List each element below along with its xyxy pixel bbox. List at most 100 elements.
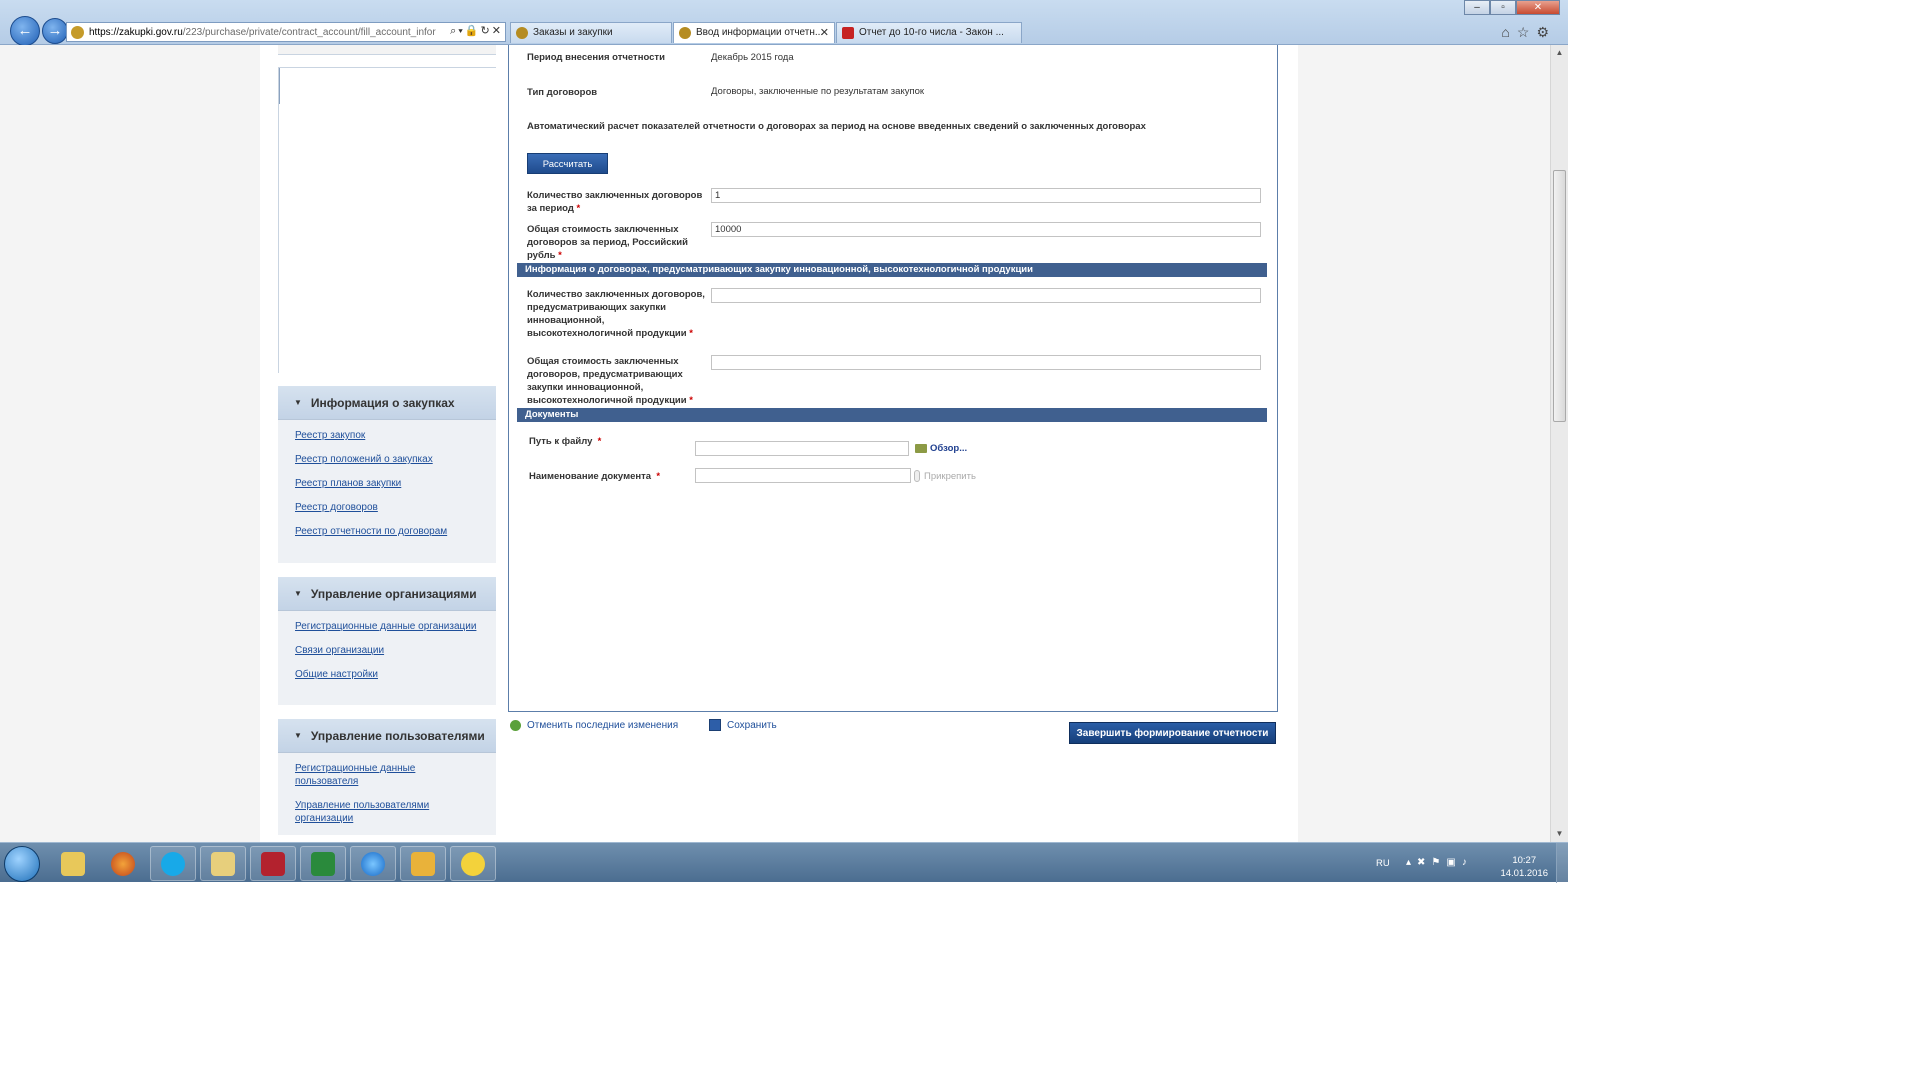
tray-expand-icon[interactable]: ▴ (1406, 857, 1417, 868)
chevron-down-icon: ▼ (294, 731, 302, 740)
label-line: Количество заключенных договоров (527, 190, 703, 201)
sidebar-link-purchase-registry[interactable]: Реестр закупок (295, 429, 479, 442)
sidebar-link-contracts-registry[interactable]: Реестр договоров (295, 501, 479, 514)
tray-flag-icon[interactable]: ⚑ (1431, 857, 1446, 868)
settings-gear-icon[interactable]: ⚙ (1536, 24, 1556, 40)
contract-total-label: Общая стоимость заключенных договоров за… (527, 223, 707, 262)
label-line: высокотехнологичной продукции (527, 328, 687, 339)
maximize-button[interactable]: ▫ (1490, 0, 1516, 15)
folders-icon (61, 851, 85, 876)
innov-count-input[interactable] (711, 288, 1261, 303)
tab-close-icon[interactable]: ✕ (820, 23, 829, 43)
page-viewport: ▼ Информация о закупках Реестр закупок Ре… (0, 45, 1550, 842)
tray-clock[interactable]: 10:27 14.01.2016 (1500, 854, 1548, 880)
volume-icon[interactable]: ♪ (1462, 857, 1473, 868)
emblem-icon (679, 27, 691, 39)
taskbar-firefox[interactable] (100, 846, 146, 881)
finish-report-button[interactable]: Завершить формирование отчетности (1069, 722, 1276, 744)
sidebar-link-org-links[interactable]: Связи организации (295, 644, 479, 657)
calculate-button[interactable]: Рассчитать (527, 153, 608, 174)
close-window-button[interactable]: ✕ (1516, 0, 1560, 15)
excel-icon (311, 851, 335, 876)
network-icon[interactable]: ▣ (1446, 857, 1461, 868)
section-header[interactable]: ▼ Управление пользователями (278, 719, 496, 753)
sidebar-link-reporting-registry[interactable]: Реестр отчетности по договорам (295, 525, 479, 538)
sidebar-link-regulations-registry[interactable]: Реестр положений о закупках (295, 453, 479, 466)
paperclip-icon (914, 470, 920, 482)
required-mark: * (576, 203, 581, 214)
browse-label: Обзор... (930, 443, 968, 454)
innovation-section-header: Информация о договорах, предусматривающи… (517, 263, 1267, 277)
label-line: Наименование документа (529, 471, 652, 482)
sidebar-section-purchases: ▼ Информация о закупках Реестр закупок Ре… (278, 386, 496, 563)
language-indicator[interactable]: RU (1376, 858, 1390, 869)
sidebar-link-plans-registry[interactable]: Реестр планов закупки (295, 477, 479, 490)
start-button[interactable] (4, 846, 40, 882)
contract-count-input[interactable]: 1 (711, 188, 1261, 203)
forward-button[interactable]: → (42, 18, 68, 44)
folder-icon (915, 444, 927, 453)
undo-label: Отменить последние изменения (527, 720, 679, 731)
clock-date: 14.01.2016 (1500, 868, 1548, 879)
sidebar-link-manage-users[interactable]: Управление пользователями организации (295, 799, 465, 825)
label-line: инновационной, (527, 315, 605, 326)
innov-total-label: Общая стоимость заключенных договоров, п… (527, 355, 707, 407)
sidebar-frame (278, 67, 496, 373)
address-bar[interactable]: https://zakupki.gov.ru /223/purchase/pri… (66, 22, 506, 42)
taskbar-file-explorer[interactable] (200, 846, 246, 881)
sidebar-link-org-registration[interactable]: Регистрационные данные организации (295, 620, 479, 633)
browser-chrome: ← → https://zakupki.gov.ru /223/purchase… (0, 0, 1568, 46)
save-disk-icon (709, 719, 721, 731)
taskbar-outlook[interactable] (400, 846, 446, 881)
show-desktop-button[interactable] (1556, 843, 1568, 883)
doc-name-label: Наименование документа * (529, 470, 660, 483)
coat-of-arms-icon (842, 27, 854, 39)
scroll-down-icon[interactable]: ▼ (1551, 826, 1568, 842)
contract-total-input[interactable]: 10000 (711, 222, 1261, 237)
tab-report-input[interactable]: Ввод информации отчетн... ✕ (673, 22, 835, 43)
label-line: закупки инновационной, (527, 382, 644, 393)
required-mark: * (656, 471, 661, 482)
required-mark: * (689, 395, 693, 406)
tray-app-icon[interactable]: ✖ (1417, 857, 1431, 868)
label-line: Общая стоимость заключенных (527, 356, 679, 367)
scroll-thumb[interactable] (1553, 170, 1566, 422)
taskbar-internet-explorer[interactable] (350, 846, 396, 881)
sidebar-link-general-settings[interactable]: Общие настройки (295, 668, 479, 681)
label-line: за период (527, 203, 574, 214)
home-icon[interactable]: ⌂ (1501, 24, 1516, 40)
attach-link[interactable]: Прикрепить (914, 470, 976, 482)
favorites-star-icon[interactable]: ☆ (1517, 24, 1537, 40)
vertical-scrollbar[interactable]: ▲ ▼ (1550, 45, 1568, 842)
taskbar-explorer-folders[interactable] (50, 846, 96, 881)
taskbar-excel[interactable] (300, 846, 346, 881)
attach-label: Прикрепить (924, 470, 976, 482)
section-header[interactable]: ▼ Информация о закупках (278, 386, 496, 420)
tab-orders[interactable]: Заказы и закупки (510, 22, 672, 43)
minimize-button[interactable]: – (1464, 0, 1490, 15)
emblem-icon (516, 27, 528, 39)
undo-changes-link[interactable]: Отменить последние изменения (510, 720, 678, 731)
file-path-label: Путь к файлу * (529, 435, 601, 448)
period-value: Декабрь 2015 года (711, 52, 794, 63)
sidebar-link-user-registration[interactable]: Регистрационные данные пользователя (295, 762, 479, 788)
tab-report-law[interactable]: Отчет до 10-го числа - Закон ... (836, 22, 1022, 43)
chevron-down-icon: ▼ (294, 589, 302, 598)
taskbar-avaya[interactable] (250, 846, 296, 881)
file-path-input[interactable] (695, 441, 909, 456)
innov-total-input[interactable] (711, 355, 1261, 370)
taskbar-1c[interactable] (450, 846, 496, 881)
section-header[interactable]: ▼ Управление организациями (278, 577, 496, 611)
back-button[interactable]: ← (10, 16, 40, 46)
period-label: Период внесения отчетности (527, 52, 665, 63)
doc-name-input[interactable] (695, 468, 911, 483)
scroll-up-icon[interactable]: ▲ (1551, 45, 1568, 61)
browse-link[interactable]: Обзор... (915, 443, 967, 454)
url-path: /223/purchase/private/contract_account/f… (182, 26, 436, 38)
sidebar-top-block (278, 45, 496, 55)
undo-icon (510, 720, 521, 731)
auto-calc-text: Автоматический расчет показателей отчетн… (527, 121, 1146, 132)
taskbar-skype[interactable] (150, 846, 196, 881)
address-bar-icons[interactable]: ⌕▾🔒↻✕ (448, 24, 503, 38)
save-link[interactable]: Сохранить (709, 719, 777, 731)
